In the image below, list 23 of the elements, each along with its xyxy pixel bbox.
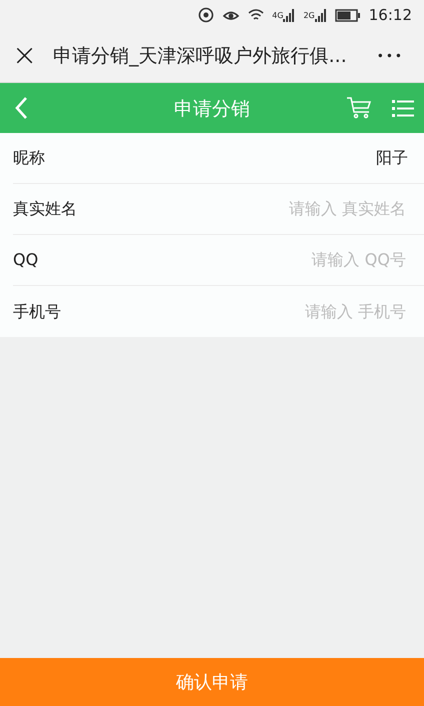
field-label: 昵称	[13, 147, 45, 169]
data-saver-icon	[198, 7, 214, 23]
wifi-icon	[248, 8, 264, 22]
input-field[interactable]: 请输入 QQ号	[208, 247, 408, 273]
signal-icon	[314, 8, 327, 22]
field-value: 阳子	[376, 147, 408, 169]
field-label: 真实姓名	[13, 198, 77, 220]
cart-icon[interactable]	[346, 96, 372, 120]
close-button[interactable]: ×	[12, 41, 38, 71]
field-label: QQ	[13, 249, 38, 271]
menu-icon[interactable]	[392, 98, 414, 118]
more-button[interactable]: •••	[370, 46, 410, 66]
network-label: 2G	[303, 10, 315, 22]
signal-icon	[283, 8, 296, 22]
header-title: 申请分销	[174, 97, 250, 122]
battery-icon	[334, 8, 361, 22]
network-label: 4G	[272, 10, 284, 22]
clock-time: 16:12	[368, 4, 412, 26]
field-label: 手机号	[13, 300, 61, 322]
input-field[interactable]: 请输入 手机号	[208, 298, 408, 324]
back-icon[interactable]	[14, 96, 28, 120]
input-field[interactable]: 请输入 真实姓名	[208, 196, 408, 222]
page-title: 申请分销_天津深呼吸户外旅行俱...	[53, 44, 348, 69]
